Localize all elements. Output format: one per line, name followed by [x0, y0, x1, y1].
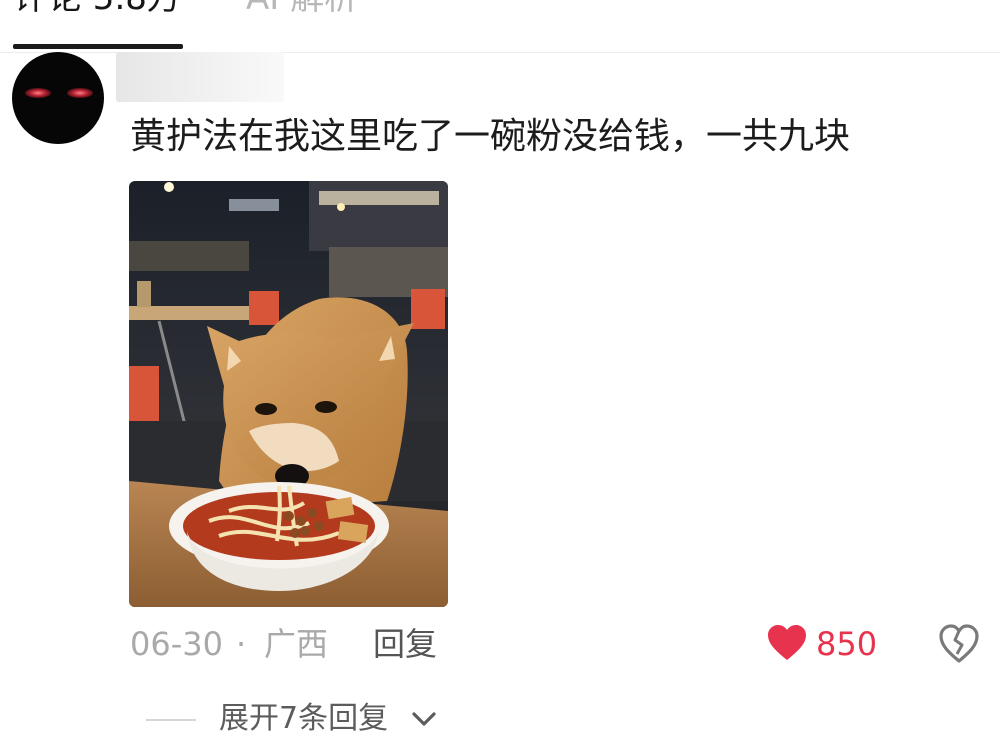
comment-text: 黄护法在我这里吃了一碗粉没给钱，一共九块	[130, 116, 851, 157]
avatar-eye-left	[25, 88, 51, 98]
avatar-eye-right	[67, 88, 93, 98]
comment-location: 广西	[264, 625, 329, 663]
expand-replies-button[interactable]: 展开7条回复	[219, 698, 388, 740]
tab-ai-analysis[interactable]: AI 解析	[246, 0, 358, 18]
expand-divider	[146, 719, 196, 721]
reply-button[interactable]: 回复	[373, 622, 437, 666]
meta-separator: ·	[236, 625, 247, 663]
comment-image[interactable]	[129, 181, 448, 607]
avatar[interactable]	[12, 52, 104, 144]
broken-heart-icon[interactable]	[938, 624, 980, 664]
tab-comments[interactable]: 评论 5.8万	[14, 0, 181, 18]
heart-icon[interactable]	[767, 624, 807, 662]
like-count: 850	[816, 625, 878, 663]
chevron-down-icon[interactable]	[410, 708, 438, 730]
shiba-dog-eating-noodles-photo	[129, 181, 448, 607]
comment-tabs: 评论 5.8万 AI 解析	[0, 0, 1000, 53]
comment-date: 06-30	[130, 625, 223, 663]
username-blurred[interactable]	[116, 52, 284, 102]
active-tab-indicator	[13, 44, 183, 49]
